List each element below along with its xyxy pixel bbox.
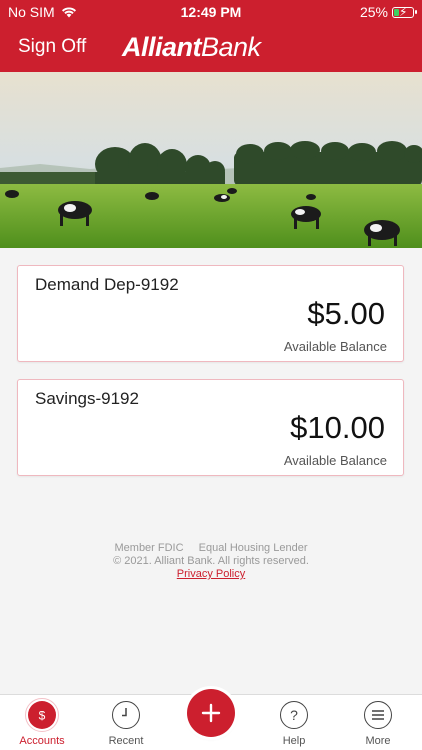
battery-percent: 25% [359, 4, 388, 20]
tab-help[interactable]: ? Help [259, 701, 329, 747]
svg-text:$: $ [39, 709, 46, 723]
status-right: 25% ⚡ [359, 4, 417, 20]
tab-label: More [365, 735, 391, 747]
member-fdic: Member FDIC [114, 542, 184, 554]
account-name: Savings-9192 [35, 389, 139, 408]
clock-icon [112, 701, 140, 729]
dollar-icon: $ [25, 698, 59, 732]
account-name: Demand Dep-9192 [35, 275, 179, 294]
tab-label: Help [282, 735, 306, 747]
account-balance: $10.00 [290, 410, 385, 445]
tab-more[interactable]: More [343, 701, 413, 747]
status-time: 12:49 PM [180, 4, 242, 20]
equal-housing-lender: Equal Housing Lender [198, 542, 308, 554]
tab-label: Accounts [19, 735, 65, 747]
balance-label: Available Balance [283, 339, 387, 354]
app-header: Sign Off AlliantBank [0, 24, 422, 72]
svg-text:?: ? [290, 707, 298, 723]
add-button[interactable] [187, 689, 235, 737]
account-card[interactable]: Savings-9192 $10.00 Available Balance [17, 379, 404, 476]
tab-label: Recent [108, 735, 144, 747]
brand-logo-strong: Alliant [122, 32, 202, 62]
tab-accounts[interactable]: $ Accounts [7, 698, 77, 747]
plus-icon [201, 703, 221, 723]
footer-disclosures: Member FDIC Equal Housing Lender [0, 542, 422, 555]
sign-off-button[interactable]: Sign Off [18, 36, 86, 58]
hero-image [0, 72, 422, 248]
question-icon: ? [280, 701, 308, 729]
balance-label: Available Balance [283, 453, 387, 468]
brand-logo-light: Bank [201, 32, 261, 62]
copyright: © 2021. Alliant Bank. All rights reserve… [113, 555, 309, 567]
account-card[interactable]: Demand Dep-9192 $5.00 Available Balance [17, 265, 404, 362]
brand-logo: AlliantBank [122, 32, 261, 63]
legal-footer: Member FDIC Equal Housing Lender © 2021.… [0, 542, 422, 581]
status-bar: No SIM 12:49 PM 25% ⚡ [0, 0, 422, 24]
tab-recent[interactable]: Recent [91, 701, 161, 747]
battery-icon: ⚡ [392, 5, 417, 19]
privacy-policy-link[interactable]: Privacy Policy [177, 568, 245, 580]
menu-icon [364, 701, 392, 729]
account-balance: $5.00 [307, 296, 385, 331]
